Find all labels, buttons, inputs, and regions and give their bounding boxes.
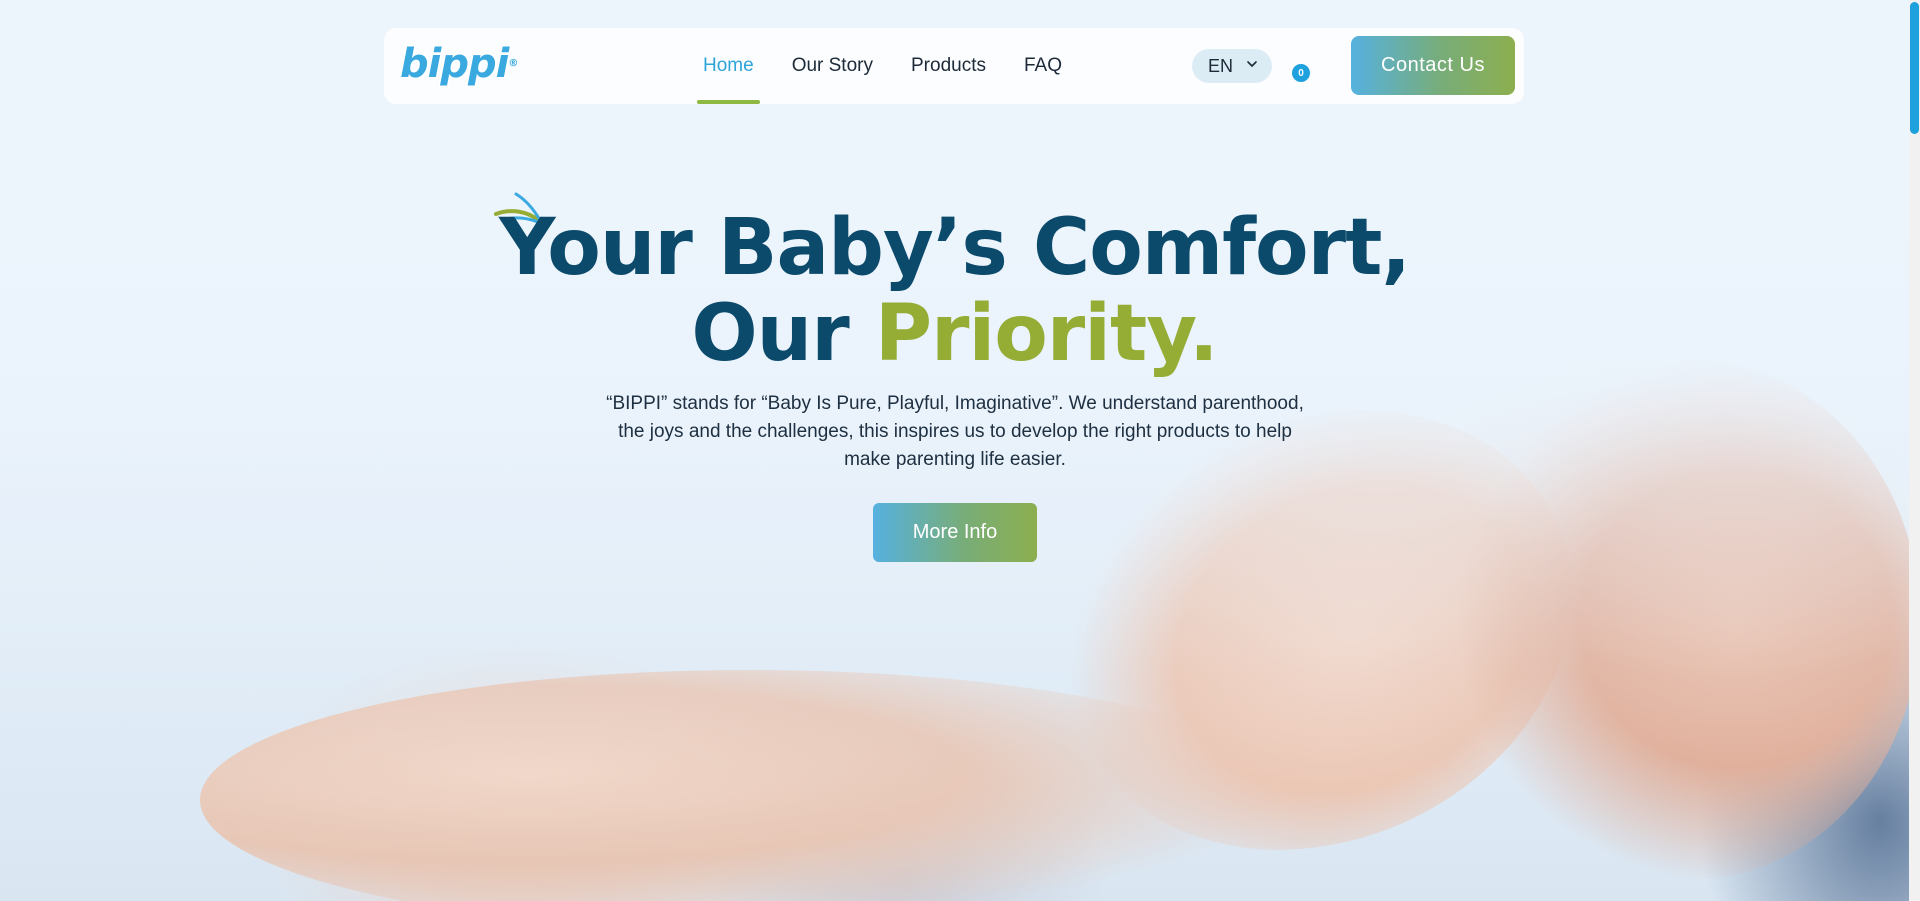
nav-item-faq[interactable]: FAQ <box>1005 28 1081 104</box>
hero-headline: Your Baby’s Comfort, Our Priority. <box>0 205 1909 377</box>
contact-us-button[interactable]: Contact Us <box>1351 36 1515 95</box>
logo-registered-mark: ® <box>508 58 518 69</box>
headline-accent: Priority. <box>874 289 1219 379</box>
more-info-button[interactable]: More Info <box>873 503 1037 562</box>
nav-item-home[interactable]: Home <box>684 28 773 104</box>
headline-line-2-prefix: Our <box>691 289 875 379</box>
language-selector[interactable]: EN <box>1192 49 1272 83</box>
headline-line-1: Your Baby’s Comfort, <box>498 203 1411 293</box>
main-nav: Home Our Story Products FAQ <box>684 28 1081 104</box>
scrollbar-thumb[interactable] <box>1910 2 1919 134</box>
cart-count-badge[interactable]: 0 <box>1292 64 1310 82</box>
nav-item-our-story[interactable]: Our Story <box>773 28 892 104</box>
hero-description: “BIPPI” stands for “Baby Is Pure, Playfu… <box>606 393 1304 470</box>
site-header: bippi® Home Our Story Products FAQ EN 0 … <box>384 28 1524 104</box>
nav-item-products[interactable]: Products <box>892 28 1005 104</box>
chevron-down-icon <box>1247 61 1257 67</box>
scrollbar-track[interactable] <box>1909 0 1920 901</box>
logo-text: bippi <box>400 41 509 87</box>
brand-logo[interactable]: bippi® <box>400 41 518 87</box>
language-selected-label: EN <box>1208 55 1234 76</box>
